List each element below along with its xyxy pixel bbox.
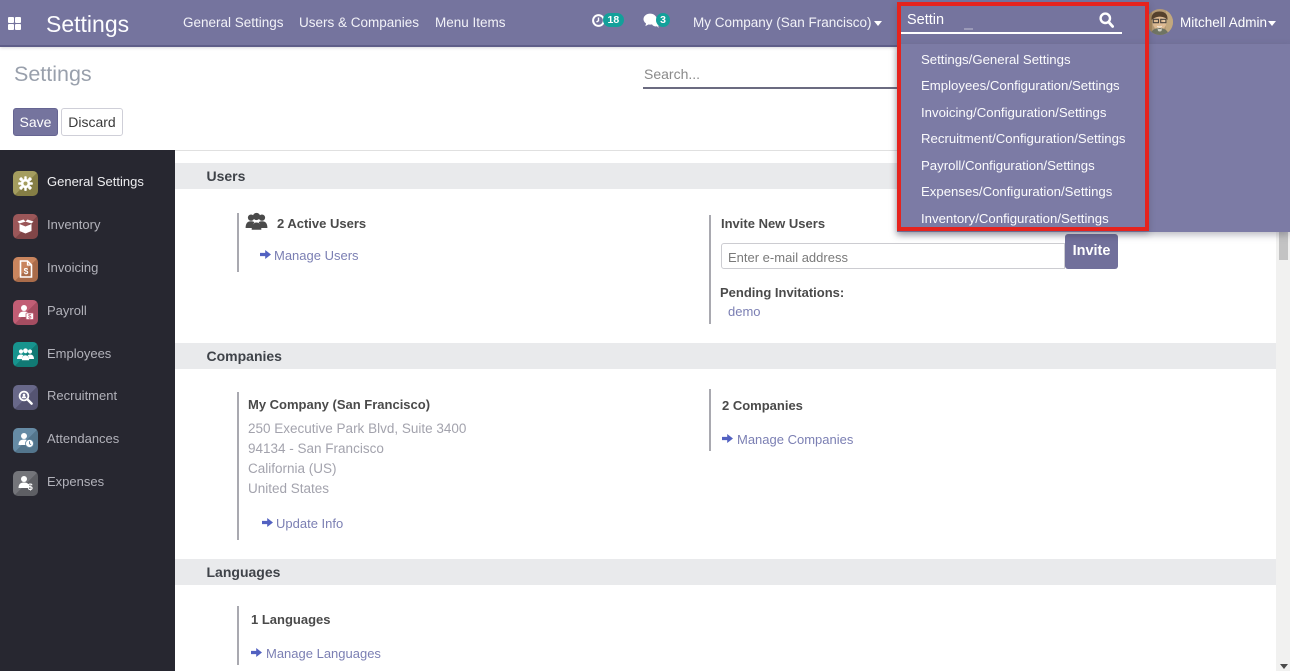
svg-text:$: $ <box>28 482 33 491</box>
svg-text:$: $ <box>24 266 29 276</box>
